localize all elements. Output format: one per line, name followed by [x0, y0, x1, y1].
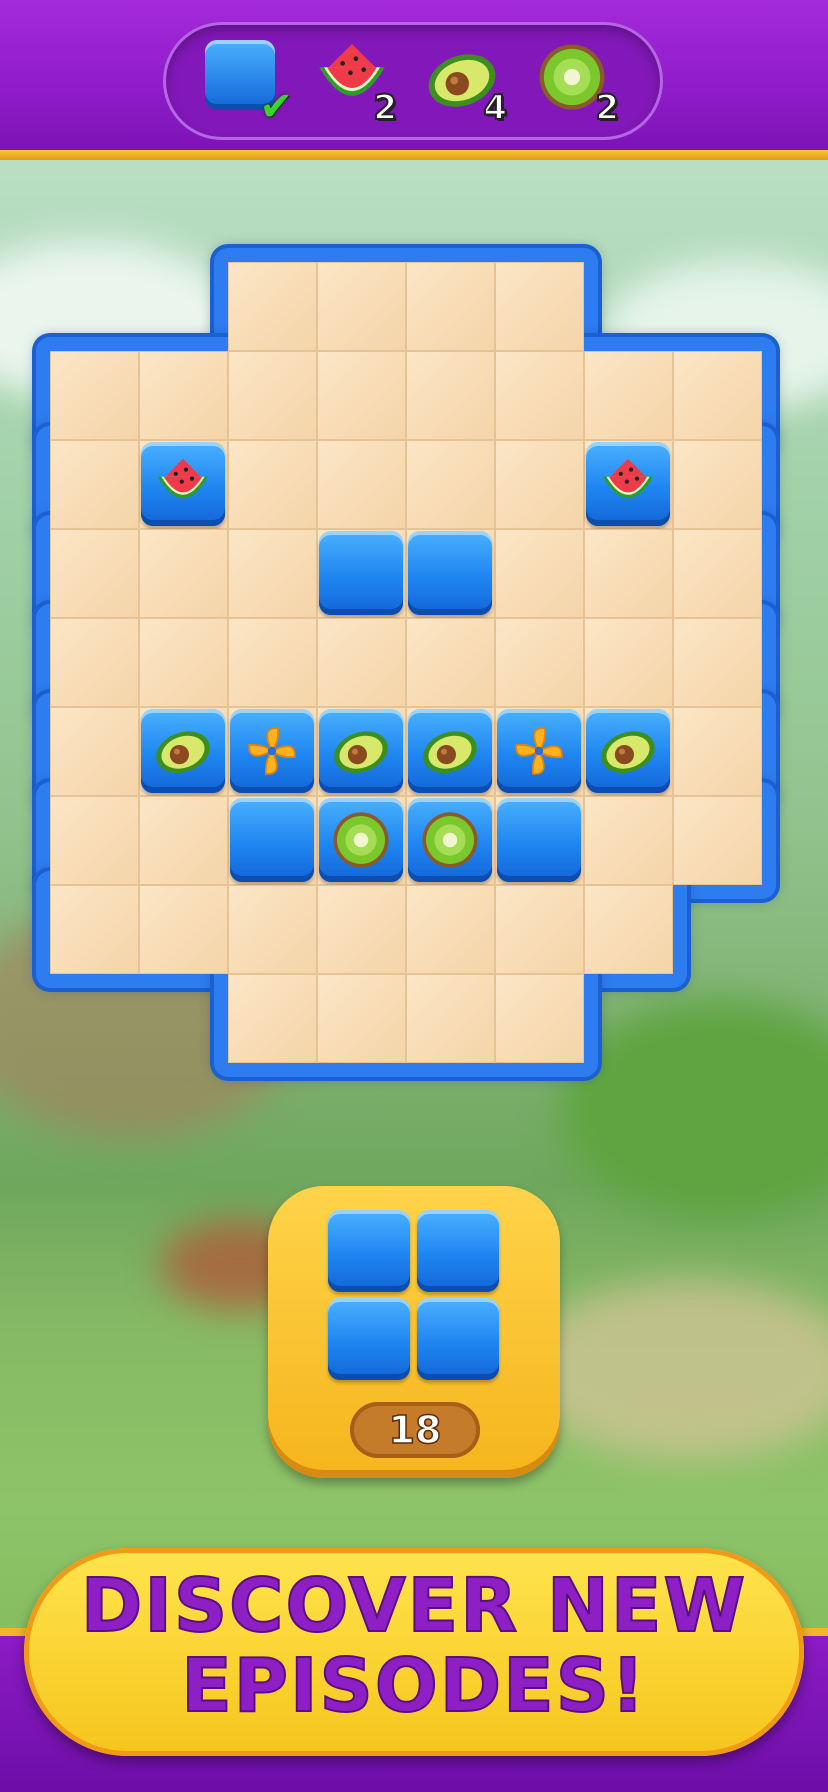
piece-block — [328, 1298, 410, 1380]
fruit-block — [141, 442, 225, 526]
pinwheel-icon — [509, 721, 569, 781]
board-cell[interactable] — [406, 351, 495, 440]
goal-watermelon: 2 — [313, 40, 398, 129]
board-cell[interactable] — [673, 618, 762, 707]
board-cell[interactable] — [228, 351, 317, 440]
board-cell[interactable] — [406, 885, 495, 974]
goal-count: 2 — [594, 87, 620, 129]
fruit-block — [408, 798, 492, 882]
board-cell[interactable] — [495, 262, 584, 351]
board-cell[interactable] — [50, 707, 139, 796]
board-cell[interactable] — [673, 529, 762, 618]
board-cell[interactable] — [406, 974, 495, 1063]
board-cell[interactable] — [584, 796, 673, 885]
board-cell[interactable] — [317, 618, 406, 707]
board-cell[interactable] — [317, 351, 406, 440]
fruit-block — [319, 709, 403, 793]
board-cell[interactable] — [228, 885, 317, 974]
board-cell[interactable] — [228, 974, 317, 1063]
goal-count: 2 — [372, 87, 398, 129]
kiwi-icon — [420, 810, 480, 870]
board-cell[interactable] — [228, 440, 317, 529]
board-cell[interactable] — [139, 618, 228, 707]
board-cell[interactable] — [50, 440, 139, 529]
fruit-block — [497, 709, 581, 793]
avocado-icon — [420, 721, 480, 781]
banner-line-2: EPISODES! — [180, 1643, 647, 1729]
fruit-block — [586, 709, 670, 793]
board-cell[interactable] — [406, 440, 495, 529]
watermelon-icon — [153, 454, 213, 514]
board-cell[interactable] — [50, 796, 139, 885]
avocado-icon — [598, 721, 658, 781]
board-cell[interactable] — [673, 796, 762, 885]
fruit-block — [408, 709, 492, 793]
board-cell[interactable] — [495, 351, 584, 440]
board-cell[interactable] — [50, 529, 139, 618]
board-cell[interactable] — [406, 618, 495, 707]
board-cell[interactable] — [50, 351, 139, 440]
board-cell[interactable] — [139, 885, 228, 974]
goal-blue-blocks: ✔ — [205, 40, 293, 130]
goal-count: 4 — [482, 87, 508, 129]
board-cell[interactable] — [228, 529, 317, 618]
fruit-block — [141, 709, 225, 793]
avocado-icon — [331, 721, 391, 781]
fruit-block — [230, 709, 314, 793]
banner-line-1: DISCOVER NEW — [80, 1563, 748, 1649]
board-cell[interactable] — [317, 440, 406, 529]
fruit-block — [586, 442, 670, 526]
board-cell[interactable] — [673, 351, 762, 440]
board-cell[interactable] — [228, 618, 317, 707]
board-cell[interactable] — [584, 618, 673, 707]
board-cell[interactable] — [406, 262, 495, 351]
board-cell[interactable] — [317, 974, 406, 1063]
avocado-icon — [153, 721, 213, 781]
board-cell[interactable] — [317, 262, 406, 351]
watermelon-icon — [598, 454, 658, 514]
board-cell[interactable] — [50, 885, 139, 974]
goal-kiwi: 2 — [535, 40, 620, 129]
check-icon: ✔ — [259, 84, 293, 130]
board-cell[interactable] — [584, 885, 673, 974]
board-cell[interactable] — [584, 529, 673, 618]
board-cell[interactable] — [139, 796, 228, 885]
board-cell[interactable] — [495, 974, 584, 1063]
piece-block — [417, 1298, 499, 1380]
board-cell[interactable] — [495, 440, 584, 529]
piece-block — [328, 1210, 410, 1292]
goals-bar: ✔ 2 4 2 — [0, 0, 828, 160]
blue-block — [408, 531, 492, 615]
piece-block — [417, 1210, 499, 1292]
fruit-block — [319, 798, 403, 882]
board-cell[interactable] — [317, 885, 406, 974]
board-cell[interactable] — [673, 440, 762, 529]
board-cell[interactable] — [673, 707, 762, 796]
blue-block — [497, 798, 581, 882]
board-cell[interactable] — [495, 885, 584, 974]
goals-panel: ✔ 2 4 2 — [163, 22, 663, 140]
pinwheel-icon — [242, 721, 302, 781]
blue-block — [319, 531, 403, 615]
discover-banner[interactable]: DISCOVER NEW EPISODES! — [24, 1548, 804, 1756]
kiwi-icon — [331, 810, 391, 870]
board-cell[interactable] — [495, 529, 584, 618]
goal-avocado: 4 — [423, 40, 508, 129]
board-cell[interactable] — [584, 351, 673, 440]
board-cell[interactable] — [139, 351, 228, 440]
board-cell[interactable] — [228, 262, 317, 351]
moves-counter: 18 — [350, 1402, 480, 1458]
board-cell[interactable] — [495, 618, 584, 707]
blue-block — [230, 798, 314, 882]
board-cell[interactable] — [50, 618, 139, 707]
board-cell[interactable] — [139, 529, 228, 618]
